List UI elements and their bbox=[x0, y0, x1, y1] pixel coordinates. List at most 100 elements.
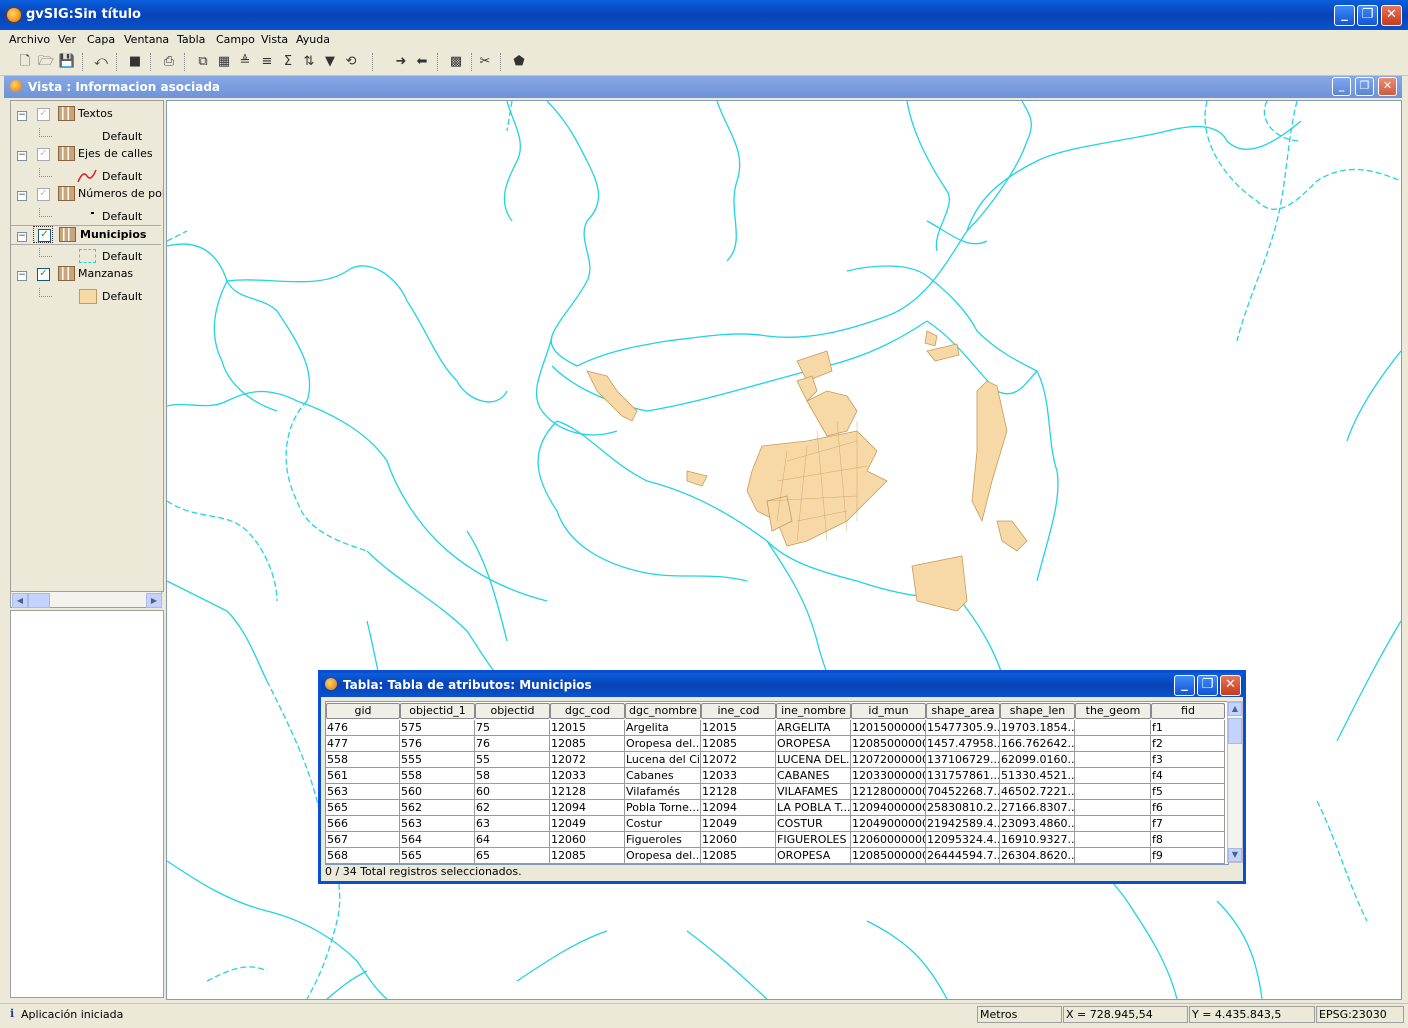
table-cell[interactable]: 563 bbox=[400, 816, 475, 832]
arrow-left-icon[interactable]: ⬅ bbox=[413, 53, 431, 71]
table-cell[interactable]: 120850000002 bbox=[851, 736, 926, 752]
table-close-button[interactable]: ✕ bbox=[1220, 675, 1241, 696]
sort-ascending-icon[interactable]: ≜ bbox=[236, 53, 254, 71]
toc-layer-ejes-de-calles[interactable]: − ✓ Ejes de calles bbox=[11, 145, 161, 163]
toc-horizontal-scrollbar[interactable]: ◀ ▶ bbox=[10, 591, 162, 608]
table-cell[interactable]: 15477305.9... bbox=[926, 720, 1000, 736]
table-cell[interactable]: OROPESA bbox=[776, 736, 851, 752]
close-button[interactable]: ✕ bbox=[1381, 5, 1402, 26]
table-cell[interactable]: 137106729.... bbox=[926, 752, 1000, 768]
table-cell[interactable]: 12015 bbox=[550, 720, 625, 736]
table-cell[interactable]: 12060 bbox=[701, 832, 776, 848]
table-cell[interactable]: 12128 bbox=[701, 784, 776, 800]
layer-visibility-checkbox[interactable]: ✓ bbox=[37, 268, 50, 281]
table-cell[interactable]: 561 bbox=[326, 768, 400, 784]
table-cell[interactable]: 563 bbox=[326, 784, 400, 800]
table-maximize-button[interactable]: ❐ bbox=[1197, 675, 1218, 696]
layer-visibility-checkbox[interactable]: ✓ bbox=[37, 108, 50, 121]
view-minimize-button[interactable]: _ bbox=[1332, 77, 1351, 96]
column-header-ine-cod[interactable]: ine_cod bbox=[701, 703, 776, 719]
table-cell[interactable]: 65 bbox=[475, 848, 550, 864]
table-cell[interactable]: 12094 bbox=[550, 800, 625, 816]
table-cell[interactable]: 121280000001 bbox=[851, 784, 926, 800]
table-cell[interactable]: 12085 bbox=[701, 736, 776, 752]
table-cell[interactable]: Oropesa del... bbox=[625, 848, 701, 864]
toc-layer-textos[interactable]: − ✓ Textos bbox=[11, 105, 161, 123]
table-cell[interactable]: 12072 bbox=[701, 752, 776, 768]
collapse-icon[interactable]: − bbox=[17, 191, 27, 201]
table-cell[interactable]: 62 bbox=[475, 800, 550, 816]
table-cell[interactable]: 558 bbox=[400, 768, 475, 784]
table-cell[interactable]: f4 bbox=[1151, 768, 1225, 784]
table-cell[interactable]: 555 bbox=[400, 752, 475, 768]
layer-visibility-checkbox[interactable]: ✓ bbox=[37, 148, 50, 161]
table-cell[interactable]: 1457.47958... bbox=[926, 736, 1000, 752]
table-cell[interactable]: 64 bbox=[475, 832, 550, 848]
table-cell[interactable]: 51330.4521... bbox=[1000, 768, 1075, 784]
menu-ayuda[interactable]: Ayuda bbox=[296, 33, 330, 46]
layer-visibility-checkbox[interactable]: ✓ bbox=[38, 229, 51, 242]
column-header-ine-nombre[interactable]: ine_nombre bbox=[776, 703, 851, 719]
table-icon[interactable]: ▦ bbox=[215, 53, 233, 71]
table-cell[interactable]: 16910.9327... bbox=[1000, 832, 1075, 848]
column-header-objectid-1[interactable]: objectid_1 bbox=[400, 703, 475, 719]
table-cell[interactable]: 26444594.7... bbox=[926, 848, 1000, 864]
column-header-gid[interactable]: gid bbox=[326, 703, 400, 719]
table-cell[interactable]: 120600000001 bbox=[851, 832, 926, 848]
table-cell[interactable]: 566 bbox=[326, 816, 400, 832]
layer-visibility-checkbox[interactable]: ✓ bbox=[37, 188, 50, 201]
table-cell[interactable]: 120490000001 bbox=[851, 816, 926, 832]
table-cell[interactable]: f1 bbox=[1151, 720, 1225, 736]
collapse-icon[interactable]: − bbox=[17, 151, 27, 161]
table-cell[interactable]: 120720000001 bbox=[851, 752, 926, 768]
new-document-icon[interactable]: 🗋 bbox=[16, 53, 34, 71]
attribute-grid[interactable]: gid objectid_1 objectid dgc_cod dgc_nombre in… bbox=[325, 701, 1229, 865]
table-cell[interactable]: 46502.7221... bbox=[1000, 784, 1075, 800]
table-cell[interactable]: 76 bbox=[475, 736, 550, 752]
column-header-objectid[interactable]: objectid bbox=[475, 703, 550, 719]
table-cell[interactable]: 75 bbox=[475, 720, 550, 736]
table-cell[interactable]: 565 bbox=[326, 800, 400, 816]
column-header-dgc-cod[interactable]: dgc_cod bbox=[550, 703, 625, 719]
table-cell[interactable]: 12128 bbox=[550, 784, 625, 800]
refresh-link-icon[interactable]: ⟲ bbox=[342, 53, 360, 71]
app-titlebar[interactable]: gvSIG:Sin título _ ❐ ✕ bbox=[0, 0, 1408, 30]
table-cell[interactable]: LA POBLA T... bbox=[776, 800, 851, 816]
maximize-button[interactable]: ❐ bbox=[1357, 5, 1378, 26]
table-cell[interactable]: 25830810.2... bbox=[926, 800, 1000, 816]
scroll-right-arrow-icon[interactable]: ▶ bbox=[146, 593, 162, 608]
table-cell[interactable] bbox=[1075, 800, 1151, 816]
open-folder-icon[interactable]: 🗁 bbox=[37, 53, 55, 71]
table-cell[interactable]: CABANES bbox=[776, 768, 851, 784]
column-header-id-mun[interactable]: id_mun bbox=[851, 703, 926, 719]
zoom-back-icon[interactable]: ⤺ bbox=[92, 53, 110, 71]
table-cell[interactable]: OROPESA bbox=[776, 848, 851, 864]
table-cell[interactable]: f8 bbox=[1151, 832, 1225, 848]
table-cell[interactable] bbox=[1075, 784, 1151, 800]
arrow-right-icon[interactable]: ➜ bbox=[392, 53, 410, 71]
menu-campo[interactable]: Campo bbox=[216, 33, 255, 46]
table-cell[interactable]: 12049 bbox=[701, 816, 776, 832]
table-cell[interactable] bbox=[1075, 720, 1151, 736]
table-cell[interactable]: f3 bbox=[1151, 752, 1225, 768]
column-header-shape-len[interactable]: shape_len bbox=[1000, 703, 1075, 719]
table-cell[interactable]: 558 bbox=[326, 752, 400, 768]
table-cell[interactable]: LUCENA DEL... bbox=[776, 752, 851, 768]
table-cell[interactable]: Figueroles bbox=[625, 832, 701, 848]
table-cell[interactable] bbox=[1075, 752, 1151, 768]
table-cell[interactable]: Argelita bbox=[625, 720, 701, 736]
table-cell[interactable]: 12049 bbox=[550, 816, 625, 832]
minimize-button[interactable]: _ bbox=[1334, 5, 1355, 26]
toc-layer-numeros-de-policia[interactable]: − ✓ Números de polici bbox=[11, 185, 163, 203]
sort-descending-icon[interactable]: ≡ bbox=[258, 53, 276, 71]
tools-icon[interactable]: ✂ bbox=[476, 53, 494, 71]
view-close-button[interactable]: ✕ bbox=[1378, 77, 1397, 96]
table-cell[interactable]: 575 bbox=[400, 720, 475, 736]
menu-vista[interactable]: Vista bbox=[261, 33, 288, 46]
table-cell[interactable] bbox=[1075, 768, 1151, 784]
table-cell[interactable]: 12072 bbox=[550, 752, 625, 768]
table-cell[interactable]: 564 bbox=[400, 832, 475, 848]
table-cell[interactable]: Oropesa del... bbox=[625, 736, 701, 752]
toc-layer-municipios[interactable]: − ✓ Municipios bbox=[11, 225, 161, 245]
table-cell[interactable]: 62099.0160... bbox=[1000, 752, 1075, 768]
